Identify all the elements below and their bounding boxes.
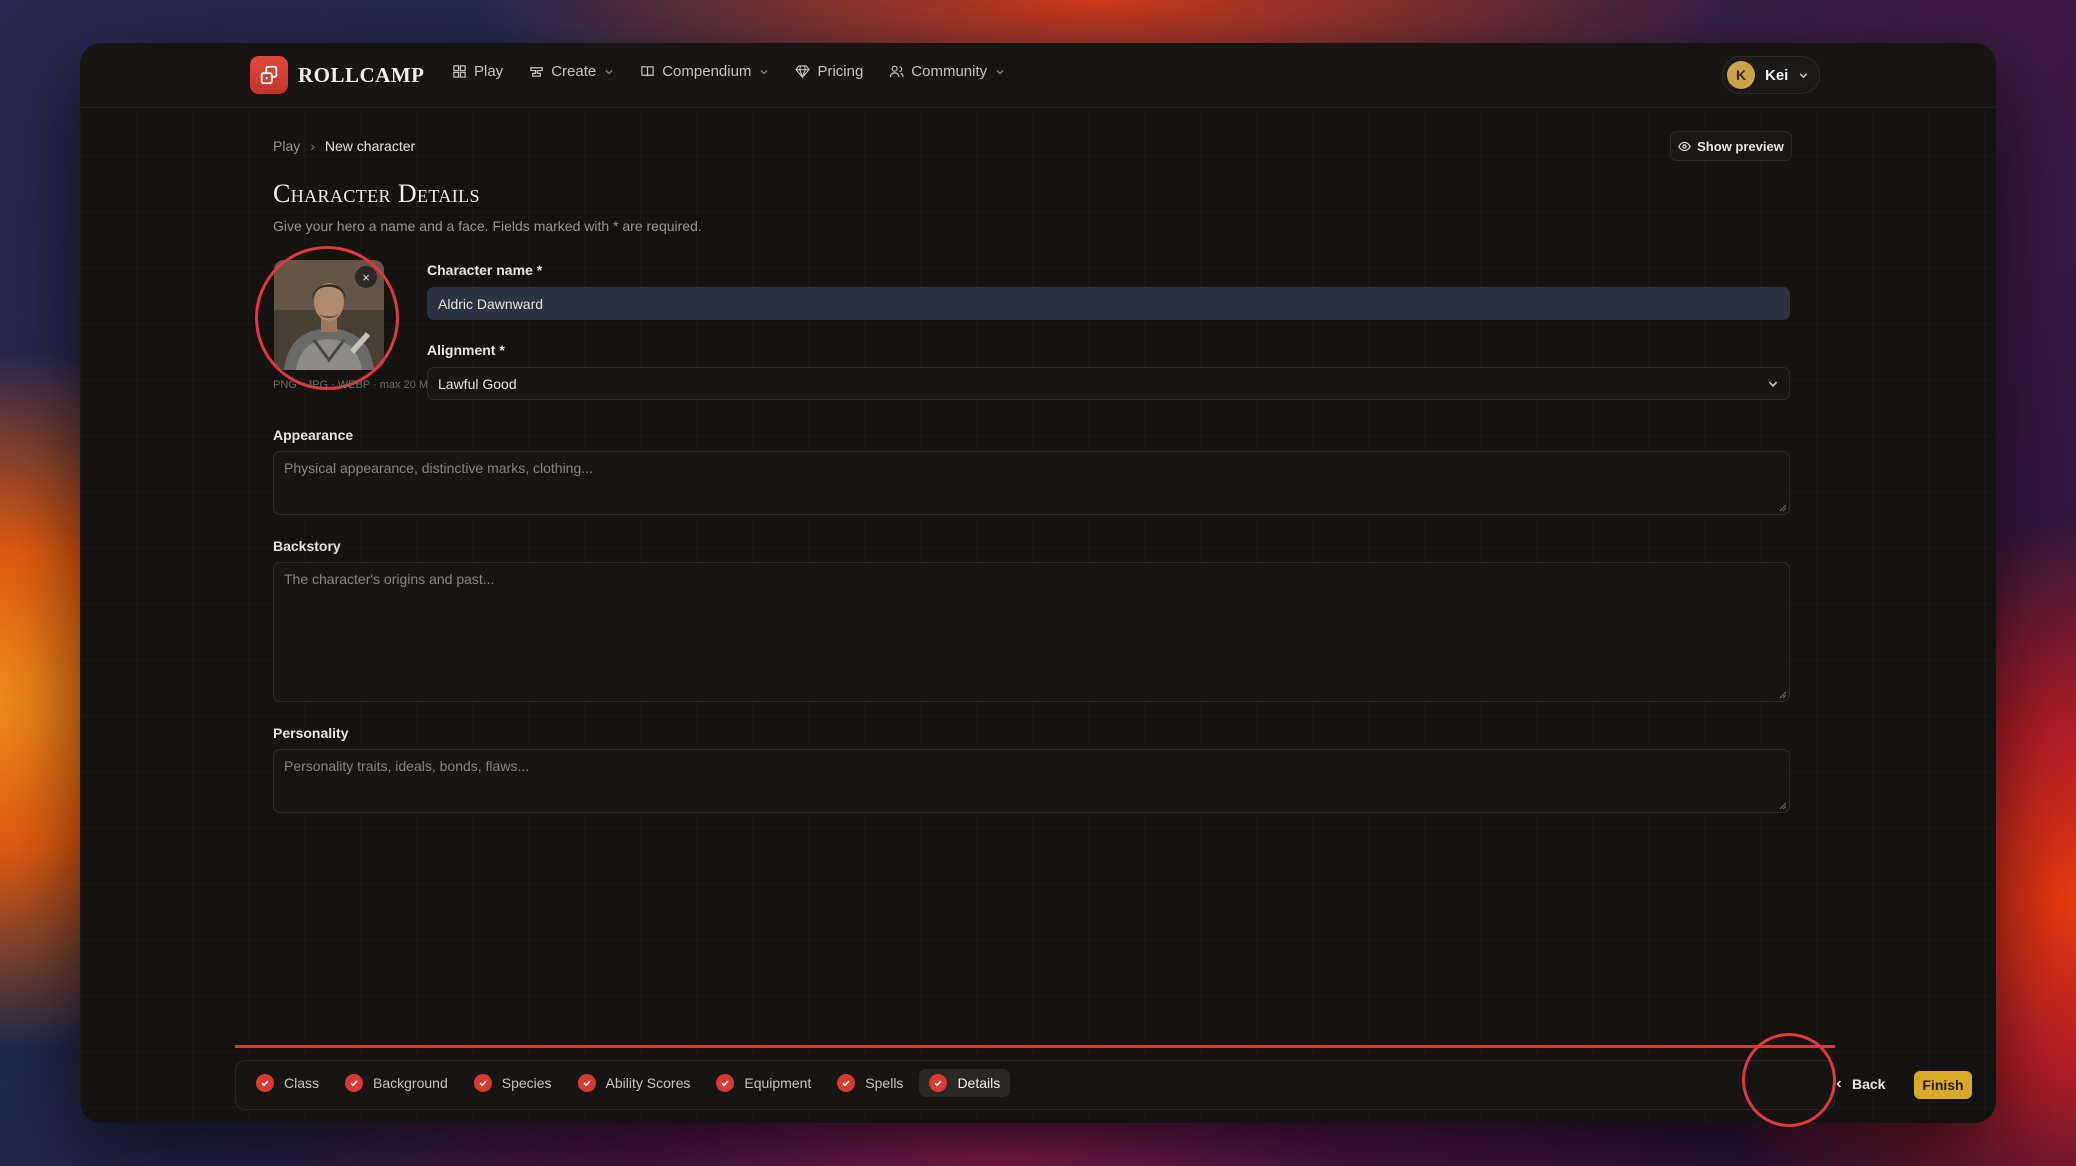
alignment-label: Alignment *	[427, 342, 505, 358]
nav-play-label: Play	[474, 63, 504, 80]
personality-textarea[interactable]: Personality traits, ideals, bonds, flaws…	[273, 749, 1790, 813]
back-button[interactable]: Back	[1834, 1076, 1885, 1092]
show-preview-button[interactable]: Show preview	[1670, 131, 1792, 161]
step-label: Details	[957, 1075, 1001, 1091]
backstory-label: Backstory	[273, 538, 341, 554]
character-name-input[interactable]: Aldric Dawnward	[427, 287, 1790, 320]
main-nav: Play Create Compendium Pricing Community	[452, 63, 1031, 80]
breadcrumb-root[interactable]: Play	[273, 138, 300, 154]
user-name: Kei	[1765, 66, 1789, 84]
step-label: Background	[373, 1075, 448, 1091]
step-label: Ability Scores	[605, 1075, 691, 1091]
avatar: K	[1727, 61, 1755, 89]
step-equipment[interactable]: Equipment	[706, 1069, 821, 1097]
step-ability-scores[interactable]: Ability Scores	[568, 1069, 701, 1097]
personality-placeholder: Personality traits, ideals, bonds, flaws…	[284, 758, 530, 774]
top-navbar: ROLLCAMP Play Create Compendium Pricing	[80, 43, 1996, 108]
show-preview-label: Show preview	[1697, 138, 1784, 154]
nav-compendium-label: Compendium	[662, 63, 752, 80]
eye-icon	[1678, 141, 1691, 151]
appearance-placeholder: Physical appearance, distinctive marks, …	[284, 460, 593, 476]
nav-play[interactable]: Play	[452, 63, 503, 80]
step-class[interactable]: Class	[246, 1069, 329, 1097]
users-icon	[890, 65, 904, 78]
chevron-down-icon	[760, 69, 768, 74]
wizard-progress-bar	[235, 1045, 1835, 1048]
app-window: ROLLCAMP Play Create Compendium Pricing	[80, 43, 1996, 1123]
step-list: Class Background Species Ability Scores …	[246, 1069, 1016, 1097]
book-icon	[641, 66, 654, 77]
gem-icon	[795, 65, 811, 79]
backstory-textarea[interactable]: The character's origins and past...	[273, 562, 1790, 702]
check-icon	[473, 1074, 492, 1092]
alignment-value: Lawful Good	[438, 375, 517, 392]
resize-handle-icon[interactable]	[1777, 502, 1787, 512]
step-species[interactable]: Species	[464, 1069, 562, 1097]
check-icon	[256, 1074, 274, 1092]
chevron-down-icon	[605, 69, 613, 74]
character-name-label: Character name *	[427, 262, 543, 278]
check-icon	[716, 1074, 735, 1092]
character-name-value: Aldric Dawnward	[438, 296, 544, 312]
resize-handle-icon[interactable]	[1777, 689, 1787, 699]
backstory-placeholder: The character's origins and past...	[284, 571, 495, 587]
step-details[interactable]: Details	[919, 1069, 1011, 1097]
check-icon	[345, 1074, 364, 1092]
nav-create[interactable]: Create	[529, 63, 614, 80]
chevron-down-icon	[1768, 381, 1778, 387]
check-icon	[837, 1074, 856, 1092]
nav-community-label: Community	[911, 63, 988, 80]
nav-community[interactable]: Community	[889, 63, 1005, 80]
chevron-down-icon	[996, 69, 1004, 74]
nav-compendium[interactable]: Compendium	[640, 63, 769, 80]
appearance-textarea[interactable]: Physical appearance, distinctive marks, …	[273, 451, 1790, 515]
step-background[interactable]: Background	[335, 1069, 458, 1097]
nav-pricing[interactable]: Pricing	[795, 63, 863, 80]
alignment-select[interactable]: Lawful Good	[427, 367, 1790, 400]
logo-icon[interactable]	[250, 56, 288, 94]
breadcrumb-current: New character	[324, 138, 416, 154]
app-name[interactable]: ROLLCAMP	[298, 63, 425, 88]
highlight-ring-finish	[1742, 1033, 1836, 1127]
resize-handle-icon[interactable]	[1777, 800, 1787, 810]
chevron-right-icon: ›	[310, 138, 315, 154]
breadcrumb: Play › New character	[273, 138, 415, 154]
wizard-stepper: Class Background Species Ability Scores …	[235, 1060, 1972, 1110]
highlight-ring-portrait	[255, 246, 399, 390]
grid-icon	[453, 65, 466, 78]
personality-label: Personality	[273, 725, 349, 741]
step-label: Class	[284, 1075, 320, 1091]
chevron-down-icon	[1799, 72, 1808, 78]
upload-hint: PNG · JPG · WEBP · max 20 MB	[273, 379, 436, 391]
step-label: Spells	[865, 1075, 904, 1091]
check-icon	[577, 1074, 596, 1092]
step-spells[interactable]: Spells	[827, 1069, 913, 1097]
check-icon	[929, 1074, 948, 1092]
back-label: Back	[1852, 1076, 1886, 1092]
appearance-label: Appearance	[273, 427, 354, 443]
nav-create-label: Create	[551, 63, 597, 80]
nav-pricing-label: Pricing	[817, 63, 864, 80]
user-menu[interactable]: K Kei	[1722, 56, 1820, 94]
page-title: Character Details	[273, 179, 480, 208]
step-label: Species	[501, 1075, 552, 1091]
step-label: Equipment	[744, 1075, 812, 1091]
page-subtitle: Give your hero a name and a face. Fields…	[273, 218, 702, 234]
finish-button[interactable]: Finish	[1914, 1071, 1972, 1099]
anvil-icon	[530, 67, 543, 77]
